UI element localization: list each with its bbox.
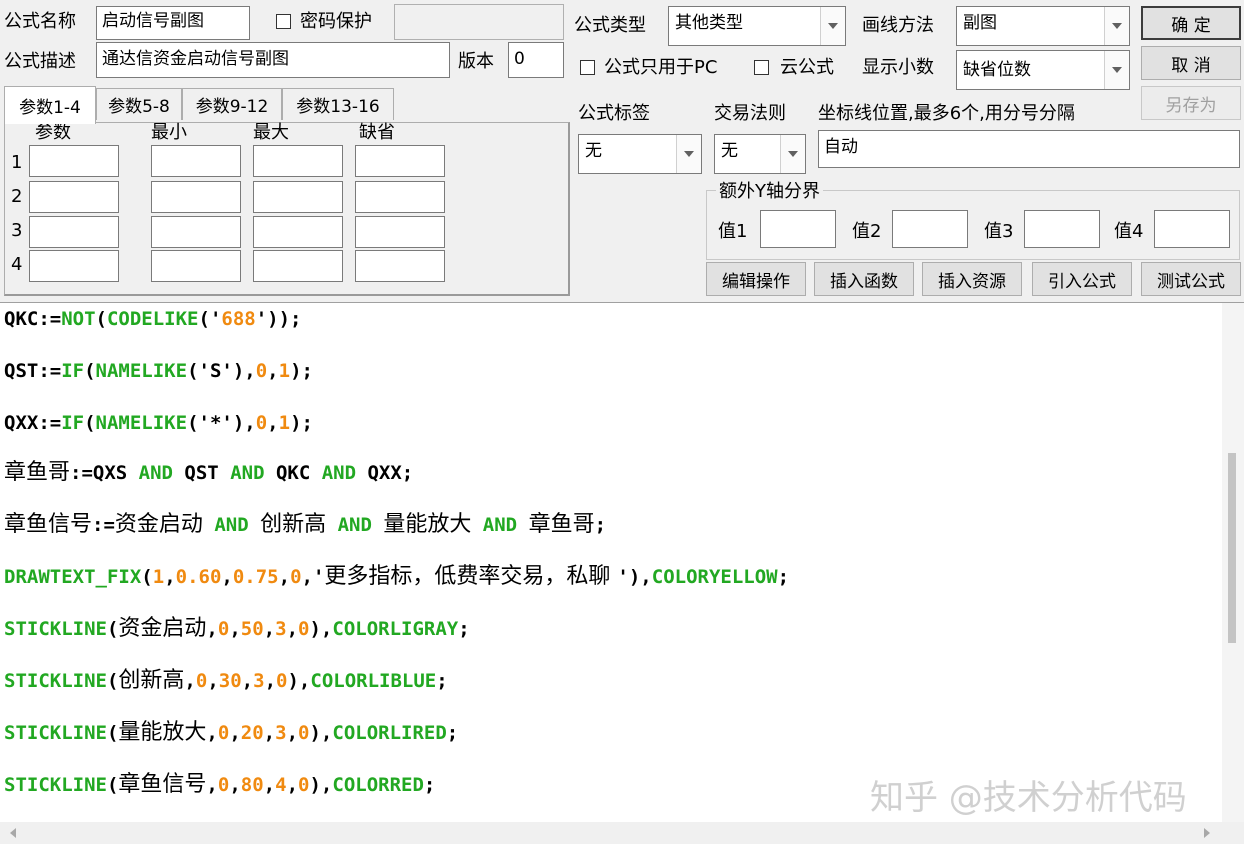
formula-type-value: 其他类型 <box>675 13 743 33</box>
param-header-default: 缺省 <box>359 122 395 143</box>
value3-label: 值3 <box>984 221 1014 242</box>
value2-input[interactable] <box>892 210 968 248</box>
param-4-min[interactable] <box>151 250 241 282</box>
param-1-max[interactable] <box>253 145 343 177</box>
code-line: 章鱼哥:=QXS AND QST AND QKC AND QXX; <box>4 460 414 485</box>
cancel-button[interactable]: 取 消 <box>1141 46 1241 80</box>
param-3-max[interactable] <box>253 216 343 248</box>
vertical-scrollbar[interactable] <box>1222 303 1244 823</box>
param-2-max[interactable] <box>253 181 343 213</box>
horizontal-scrollbar[interactable] <box>0 822 1244 844</box>
draw-method-select[interactable]: 副图 <box>956 6 1130 46</box>
code-line: STICKLINE(量能放大,0,20,3,0),COLORLIRED; <box>4 720 459 745</box>
axis-position-label: 坐标线位置,最多6个,用分号分隔 <box>818 103 1075 124</box>
param-1-min[interactable] <box>151 145 241 177</box>
watermark: 知乎 @技术分析代码 <box>870 778 1187 818</box>
draw-method-value: 副图 <box>963 13 997 33</box>
param-header-min: 最小 <box>151 122 187 143</box>
ok-button[interactable]: 确 定 <box>1141 6 1241 40</box>
param-3-min[interactable] <box>151 216 241 248</box>
param-header-name: 参数 <box>35 122 71 143</box>
code-line: QKC:=NOT(CODELIKE('688')); <box>4 308 302 330</box>
pc-only-label: 公式只用于PC <box>604 57 718 78</box>
code-line: QST:=IF(NAMELIKE('S'),0,1); <box>4 360 313 382</box>
chevron-down-icon[interactable] <box>820 7 845 45</box>
trade-rule-select[interactable]: 无 <box>714 134 806 174</box>
formula-type-select[interactable]: 其他类型 <box>668 6 846 46</box>
param-row-label: 1 <box>11 152 23 173</box>
scrollbar-thumb[interactable] <box>1228 453 1236 643</box>
tab-params-13-16[interactable]: 参数13-16 <box>282 88 394 120</box>
formula-desc-label: 公式描述 <box>4 51 76 72</box>
password-input[interactable] <box>394 4 564 40</box>
code-line: STICKLINE(创新高,0,30,3,0),COLORLIBLUE; <box>4 668 448 693</box>
value1-input[interactable] <box>760 210 836 248</box>
tab-params-9-12[interactable]: 参数9-12 <box>182 88 282 120</box>
value2-label: 值2 <box>852 221 882 242</box>
insert-resource-button[interactable]: 插入资源 <box>922 262 1022 296</box>
value1-label: 值1 <box>718 221 748 242</box>
value4-input[interactable] <box>1154 210 1230 248</box>
tab-params-1-4[interactable]: 参数1-4 <box>4 86 96 124</box>
chevron-down-icon[interactable] <box>1104 7 1129 45</box>
param-2-min[interactable] <box>151 181 241 213</box>
formula-tag-select[interactable]: 无 <box>578 134 702 174</box>
value4-label: 值4 <box>1114 221 1144 242</box>
decimals-label: 显示小数 <box>862 57 934 78</box>
formula-tag-value: 无 <box>585 141 602 161</box>
code-editor[interactable]: QKC:=NOT(CODELIKE('688')); QST:=IF(NAMEL… <box>0 302 1244 844</box>
params-panel: 参数 最小 最大 缺省 1 2 3 4 <box>4 122 570 296</box>
param-4-max[interactable] <box>253 250 343 282</box>
code-line: STICKLINE(资金启动,0,50,3,0),COLORLIGRAY; <box>4 616 470 641</box>
decimals-select[interactable]: 缺省位数 <box>956 50 1130 90</box>
import-formula-button[interactable]: 引入公式 <box>1032 262 1132 296</box>
code-line: 章鱼信号:=资金启动 AND 创新高 AND 量能放大 AND 章鱼哥; <box>4 512 607 537</box>
scroll-left-icon[interactable] <box>10 828 16 838</box>
trade-rule-label: 交易法则 <box>714 103 786 124</box>
chevron-down-icon[interactable] <box>780 135 805 173</box>
code-line: QXX:=IF(NAMELIKE('*'),0,1); <box>4 412 313 434</box>
pc-only-checkbox[interactable] <box>580 60 595 75</box>
param-3-default[interactable] <box>355 216 445 248</box>
version-label: 版本 <box>458 51 494 72</box>
param-2-default[interactable] <box>355 181 445 213</box>
decimals-value: 缺省位数 <box>963 60 1031 80</box>
cloud-label: 云公式 <box>780 57 834 78</box>
formula-tag-label: 公式标签 <box>578 103 650 124</box>
scroll-right-icon[interactable] <box>1204 828 1210 838</box>
formula-desc-input[interactable]: 通达信资金启动信号副图 <box>96 42 450 78</box>
axis-position-input[interactable]: 自动 <box>818 130 1240 168</box>
param-1-default[interactable] <box>355 145 445 177</box>
param-3-name[interactable] <box>29 216 119 248</box>
param-row-label: 3 <box>11 220 23 241</box>
edit-operation-button[interactable]: 编辑操作 <box>706 262 806 296</box>
param-header-max: 最大 <box>253 122 289 143</box>
code-line: DRAWTEXT_FIX(1,0.60,0.75,0,'更多指标，低费率交易，私… <box>4 564 790 589</box>
param-4-name[interactable] <box>29 250 119 282</box>
value3-input[interactable] <box>1024 210 1100 248</box>
insert-function-button[interactable]: 插入函数 <box>814 262 914 296</box>
formula-name-label: 公式名称 <box>4 11 76 32</box>
trade-rule-value: 无 <box>721 141 738 161</box>
test-formula-button[interactable]: 测试公式 <box>1141 262 1241 296</box>
formula-name-input[interactable]: 启动信号副图 <box>96 6 250 40</box>
chevron-down-icon[interactable] <box>1104 51 1129 89</box>
param-1-name[interactable] <box>29 145 119 177</box>
cloud-checkbox[interactable] <box>754 60 769 75</box>
code-line: STICKLINE(章鱼信号,0,80,4,0),COLORRED; <box>4 772 436 797</box>
tab-params-5-8[interactable]: 参数5-8 <box>96 88 182 120</box>
chevron-down-icon[interactable] <box>676 135 701 173</box>
save-as-button[interactable]: 另存为 <box>1141 86 1241 120</box>
param-2-name[interactable] <box>29 181 119 213</box>
extra-y-axis-label: 额外Y轴分界 <box>716 180 823 204</box>
formula-type-label: 公式类型 <box>574 15 646 36</box>
param-row-label: 2 <box>11 186 23 207</box>
draw-method-label: 画线方法 <box>862 15 934 36</box>
param-row-label: 4 <box>11 254 23 275</box>
version-input[interactable]: 0 <box>508 42 564 78</box>
password-checkbox[interactable] <box>276 14 291 29</box>
password-label: 密码保护 <box>300 11 372 32</box>
param-4-default[interactable] <box>355 250 445 282</box>
